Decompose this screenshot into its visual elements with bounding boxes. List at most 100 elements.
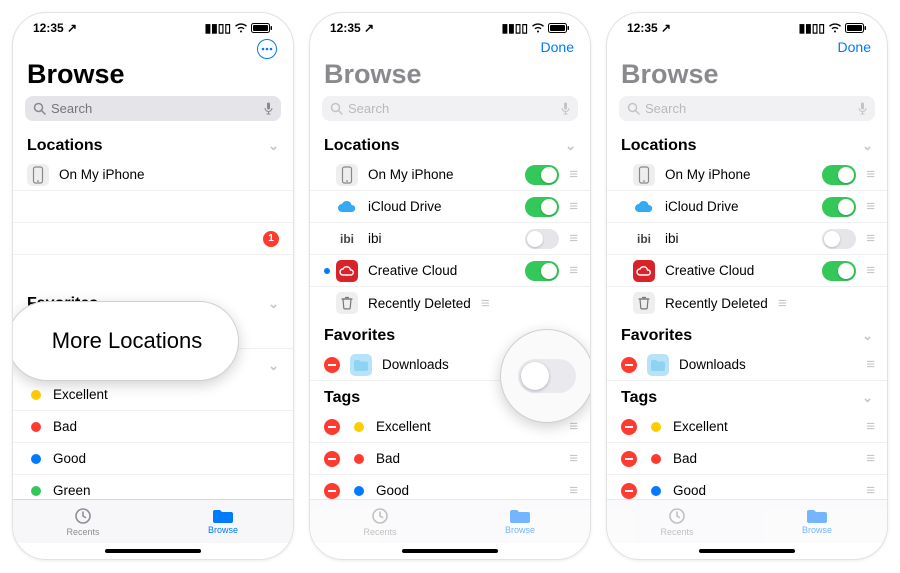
folder-icon: [212, 508, 234, 524]
row-label: Excellent: [376, 419, 431, 434]
row-label: Bad: [376, 451, 400, 466]
drag-handle-icon[interactable]: ≡: [866, 230, 873, 247]
tag-row[interactable]: Good ≡: [607, 475, 887, 499]
drag-handle-icon[interactable]: ≡: [866, 166, 873, 183]
search-input[interactable]: [51, 101, 264, 116]
more-button[interactable]: [257, 39, 277, 59]
clock-icon: [667, 506, 687, 526]
clock-icon: [73, 506, 93, 526]
delete-icon[interactable]: [621, 419, 637, 435]
location-row[interactable]: On My iPhone ≡: [310, 159, 590, 191]
search-input: [645, 101, 858, 116]
folder-icon: [509, 508, 531, 524]
signal-icon: ▮▮▯▯: [205, 21, 231, 35]
favorite-downloads[interactable]: Downloads ≡: [607, 349, 887, 381]
toggle-on[interactable]: [525, 197, 559, 217]
row-label: On My iPhone: [665, 167, 751, 182]
drag-handle-icon[interactable]: ≡: [481, 295, 488, 312]
tag-row[interactable]: Green: [13, 475, 293, 499]
location-row[interactable]: Recently Deleted ≡: [607, 287, 887, 319]
done-button[interactable]: Done: [541, 39, 574, 53]
location-row[interactable]: ibi ibi ≡: [310, 223, 590, 255]
home-indicator[interactable]: [607, 543, 887, 559]
drag-handle-icon[interactable]: ≡: [866, 356, 873, 373]
drag-handle-icon[interactable]: ≡: [569, 230, 576, 247]
home-indicator[interactable]: [13, 543, 293, 559]
drag-handle-icon[interactable]: ≡: [866, 482, 873, 499]
wifi-icon: [234, 23, 248, 33]
delete-icon[interactable]: [324, 483, 340, 499]
tag-row[interactable]: Good: [13, 443, 293, 475]
location-row[interactable]: On My iPhone ≡: [607, 159, 887, 191]
tag-row[interactable]: Bad ≡: [310, 443, 590, 475]
tag-dot: [31, 390, 41, 400]
drag-handle-icon[interactable]: ≡: [866, 262, 873, 279]
locations-header[interactable]: Locations ⌄: [13, 129, 293, 159]
drag-handle-icon[interactable]: ≡: [866, 198, 873, 215]
drag-handle-icon[interactable]: ≡: [866, 418, 873, 435]
drag-handle-icon[interactable]: ≡: [569, 262, 576, 279]
locations-header[interactable]: Locations ⌄: [607, 129, 887, 159]
delete-icon[interactable]: [324, 419, 340, 435]
ibi-icon: ibi: [633, 228, 655, 250]
drag-handle-icon[interactable]: ≡: [778, 295, 785, 312]
toggle-on[interactable]: [822, 197, 856, 217]
location-row[interactable]: ibi ibi ≡: [607, 223, 887, 255]
search-icon: [627, 102, 640, 115]
drag-handle-icon[interactable]: ≡: [569, 482, 576, 499]
battery-icon: [251, 23, 273, 33]
delete-icon[interactable]: [324, 451, 340, 467]
tag-row[interactable]: Good ≡: [310, 475, 590, 499]
location-row[interactable]: Recently Deleted ≡: [310, 287, 590, 319]
drag-handle-icon[interactable]: ≡: [569, 166, 576, 183]
ibi-icon: ibi: [336, 228, 358, 250]
tags-header[interactable]: Tags ⌄: [607, 381, 887, 411]
delete-icon[interactable]: [621, 451, 637, 467]
row-label: Bad: [53, 419, 77, 434]
delete-icon[interactable]: [621, 357, 637, 373]
cloud-icon: [336, 196, 358, 218]
home-indicator[interactable]: [310, 543, 590, 559]
toggle-on[interactable]: [822, 261, 856, 281]
row-label: On My iPhone: [59, 167, 145, 182]
location-row[interactable]: iCloud Drive ≡: [310, 191, 590, 223]
cloud-icon: [633, 196, 655, 218]
drag-handle-icon[interactable]: ≡: [569, 198, 576, 215]
toggle-off[interactable]: [525, 229, 559, 249]
row-label: Creative Cloud: [368, 263, 457, 278]
wifi-icon: [531, 23, 545, 33]
tab-recents: Recents: [310, 500, 450, 543]
tag-row[interactable]: Bad ≡: [607, 443, 887, 475]
drag-handle-icon[interactable]: ≡: [569, 418, 576, 435]
tab-bar: Recents Browse: [310, 499, 590, 543]
delete-icon[interactable]: [324, 357, 340, 373]
tab-recents[interactable]: Recents: [13, 500, 153, 543]
locations-header[interactable]: Locations ⌄: [310, 129, 590, 159]
toggle-off[interactable]: [822, 229, 856, 249]
toggle-on[interactable]: [525, 165, 559, 185]
page-title: Browse: [607, 59, 887, 96]
status-time: 12:35 ↗: [330, 21, 374, 35]
drag-handle-icon[interactable]: ≡: [866, 450, 873, 467]
location-more-row[interactable]: 1: [13, 223, 293, 255]
more-icon: [261, 47, 273, 51]
row-label: iCloud Drive: [665, 199, 739, 214]
toggle-on[interactable]: [525, 261, 559, 281]
location-row[interactable]: Creative Cloud ≡: [310, 255, 590, 287]
toggle-on[interactable]: [822, 165, 856, 185]
search-field[interactable]: [25, 96, 281, 121]
tab-browse[interactable]: Browse: [153, 500, 293, 543]
trash-icon: [336, 292, 358, 314]
location-on-my-iphone[interactable]: On My iPhone: [13, 159, 293, 191]
drag-handle-icon[interactable]: ≡: [569, 450, 576, 467]
done-button[interactable]: Done: [838, 39, 871, 53]
tag-row[interactable]: Excellent: [13, 379, 293, 411]
row-label: Green: [53, 483, 91, 498]
mic-icon[interactable]: [264, 102, 273, 115]
favorites-header[interactable]: Favorites ⌄: [607, 319, 887, 349]
tag-row[interactable]: Excellent ≡: [607, 411, 887, 443]
location-row[interactable]: iCloud Drive ≡: [607, 191, 887, 223]
tag-row[interactable]: Bad: [13, 411, 293, 443]
delete-icon[interactable]: [621, 483, 637, 499]
location-row[interactable]: Creative Cloud ≡: [607, 255, 887, 287]
